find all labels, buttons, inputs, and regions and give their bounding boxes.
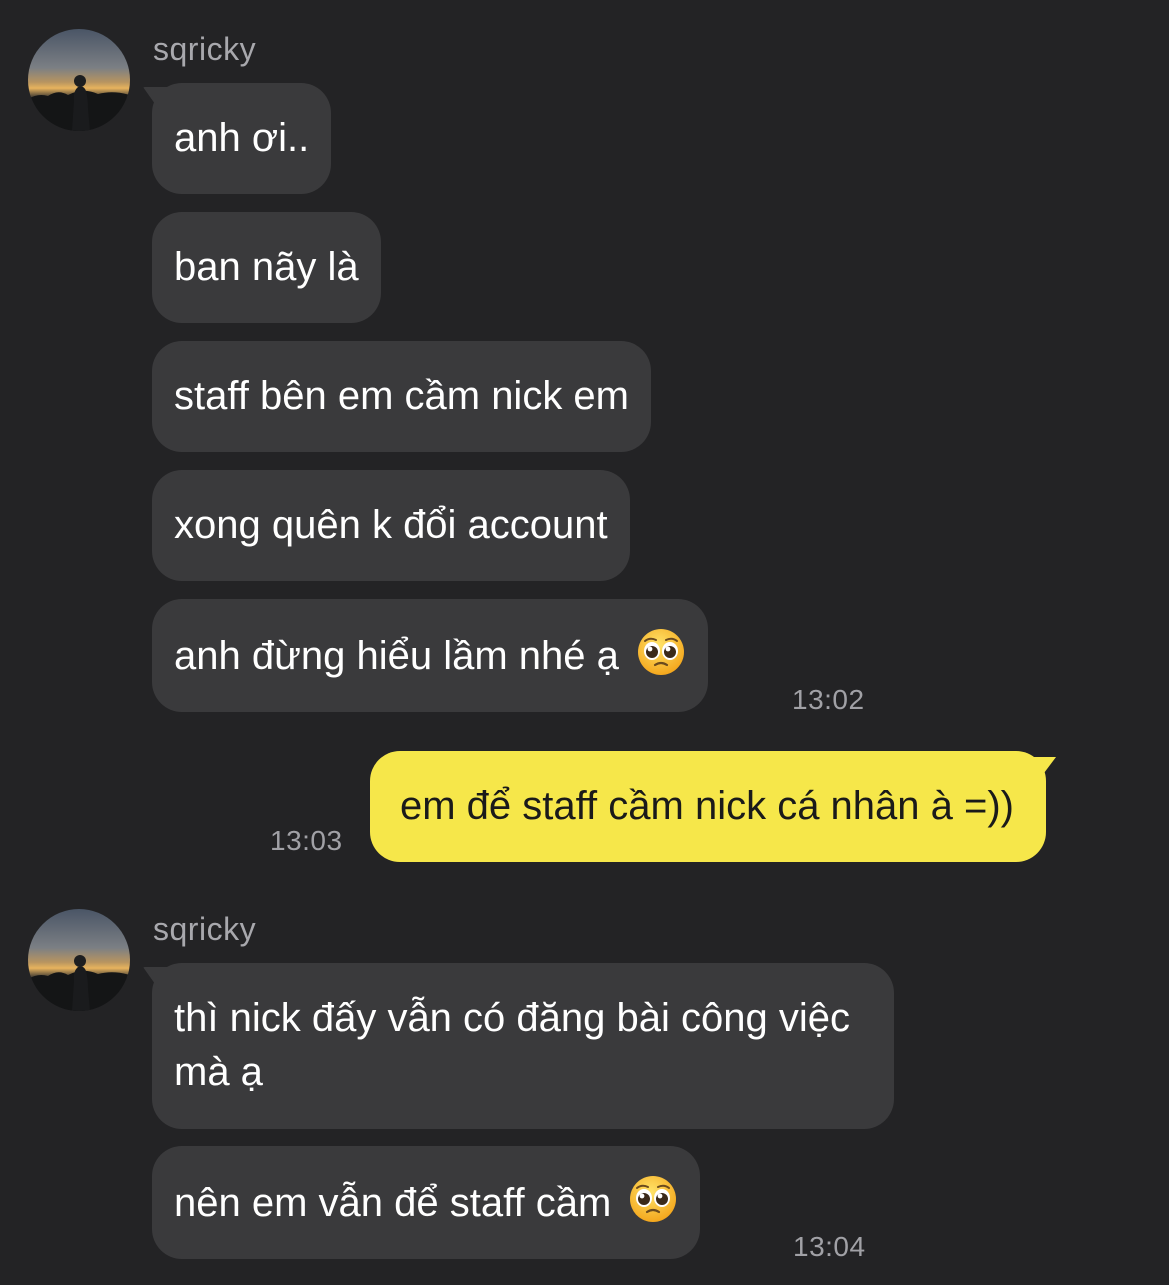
message-timestamp: 13:04 [793,1231,866,1262]
message-bubble[interactable]: nên em vẫn để staff cầm [152,1146,701,1259]
sender-avatar[interactable] [28,909,130,1011]
message-text: ban nãy là [174,245,359,289]
message-bubble[interactable]: xong quên k đổi account [152,470,630,581]
message-text: anh ơi.. [174,116,310,160]
message-bubble[interactable]: ban nãy là [152,212,381,323]
message-timestamp: 13:02 [792,684,865,715]
message-text: anh đừng hiểu lầm nhé ạ [174,634,619,678]
message-bubble-outgoing[interactable]: em để staff cầm nick cá nhân à =)) [370,751,1047,862]
sender-name: sqricky [153,31,257,67]
message-timestamp: 13:03 [270,825,343,856]
pleading-face-icon [628,1174,678,1224]
message-text: nên em vẫn để staff cầm [174,1181,612,1225]
message-text: thì nick đấy vẫn có đăng bài công việc m… [174,996,850,1094]
message-bubble[interactable]: staff bên em cầm nick em [152,341,651,452]
message-text: em để staff cầm nick cá nhân à =)) [400,784,1015,828]
message-text: xong quên k đổi account [174,503,608,547]
message-bubble[interactable]: anh đừng hiểu lầm nhé ạ [152,599,709,712]
message-bubble[interactable]: anh ơi.. [152,83,332,194]
pleading-face-icon [636,627,686,677]
message-bubble[interactable]: thì nick đấy vẫn có đăng bài công việc m… [152,963,894,1129]
sender-name: sqricky [153,911,257,947]
sender-avatar[interactable] [28,29,130,131]
message-text: staff bên em cầm nick em [174,374,629,418]
